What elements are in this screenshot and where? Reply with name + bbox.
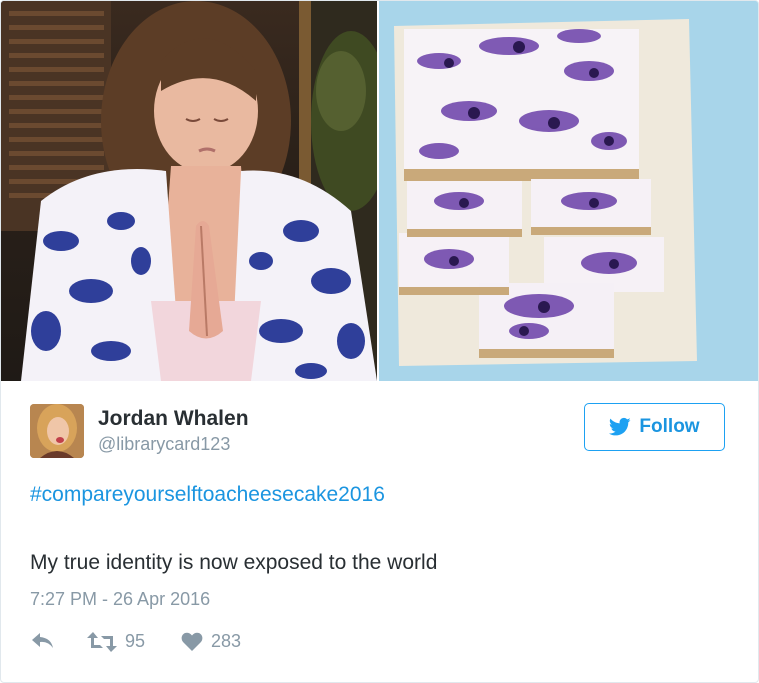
twitter-bird-icon: [609, 417, 632, 436]
tweet-photo-cheesecake[interactable]: [379, 1, 758, 381]
tweet-media[interactable]: [1, 1, 758, 381]
follow-button[interactable]: Follow: [584, 403, 725, 451]
author-display-name[interactable]: Jordan Whalen: [98, 406, 249, 432]
author-names: Jordan Whalen @librarycard123: [98, 406, 249, 456]
tweet-hashtag-link[interactable]: #compareyourselftoacheesecake2016: [30, 483, 385, 507]
retweet-count: 95: [125, 631, 146, 651]
author-handle[interactable]: @librarycard123: [98, 432, 249, 456]
like-button[interactable]: 283: [181, 631, 241, 652]
tweet-card: Jordan Whalen @librarycard123 Follow #co…: [0, 0, 759, 683]
user-avatar[interactable]: [30, 404, 84, 458]
tweet-photo-person[interactable]: [1, 1, 377, 381]
reply-icon: [32, 633, 53, 648]
reply-button[interactable]: [31, 631, 55, 651]
tweet-text: My true identity is now exposed to the w…: [30, 551, 438, 574]
retweet-button[interactable]: 95: [87, 631, 145, 652]
follow-label: Follow: [639, 416, 700, 437]
retweet-icon: [87, 631, 117, 652]
like-count: 283: [211, 631, 242, 651]
heart-icon: [181, 632, 203, 651]
tweet-timestamp[interactable]: 7:27 PM - 26 Apr 2016: [30, 589, 210, 610]
